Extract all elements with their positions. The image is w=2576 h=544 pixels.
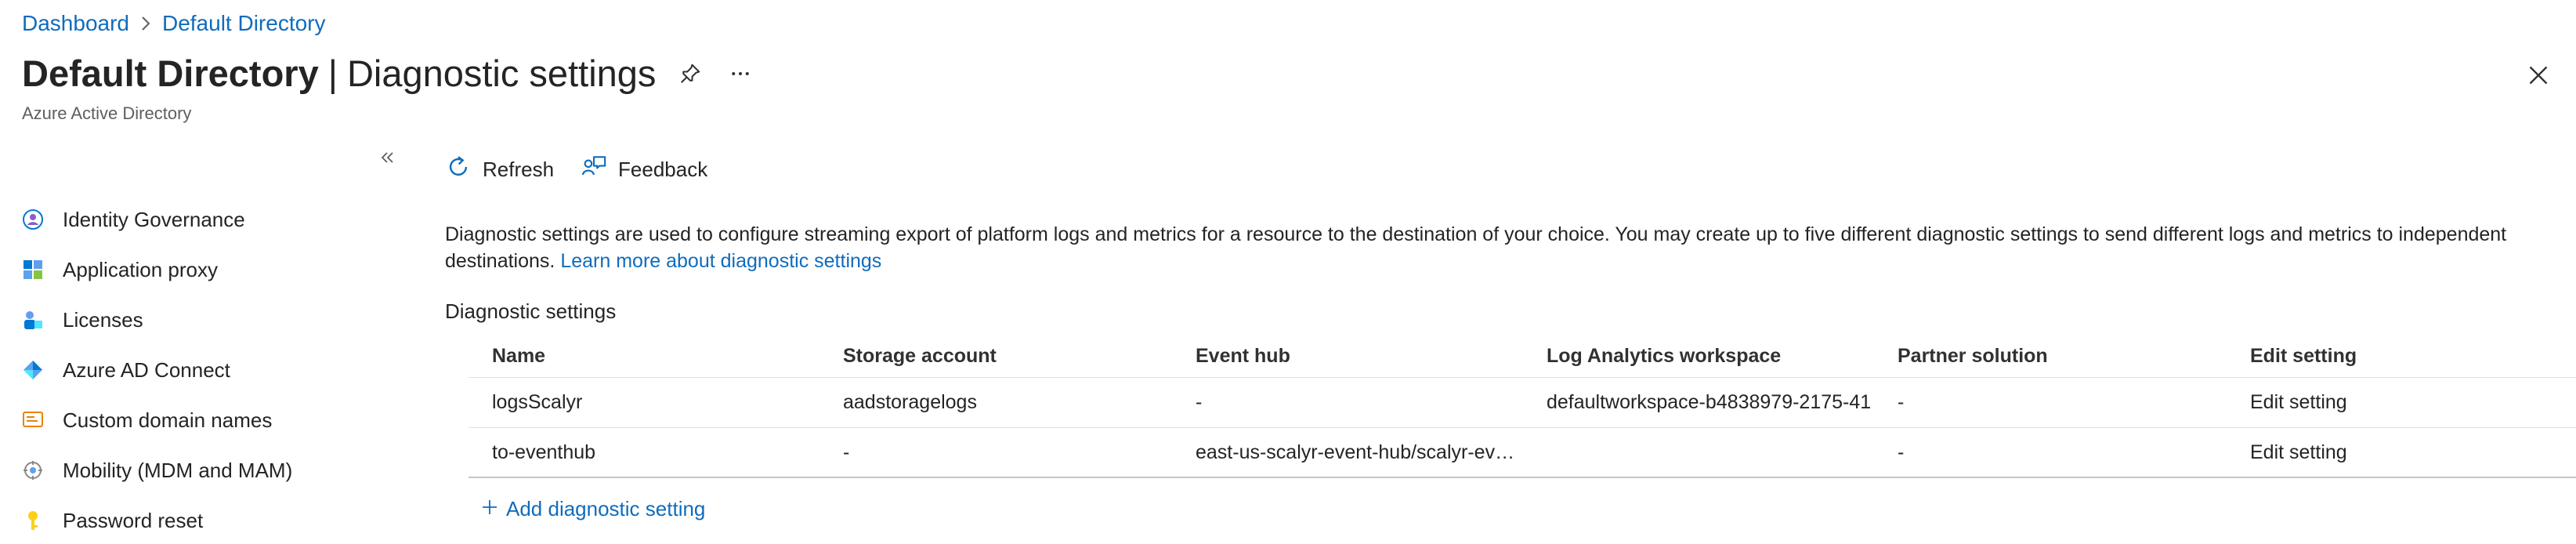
cell-storage-account: aadstoragelogs [843, 391, 977, 413]
sidebar-item-label: Application proxy [63, 257, 218, 281]
chevron-right-icon [140, 16, 151, 31]
sidebar-item-custom-domain-names[interactable]: Custom domain names [22, 398, 272, 442]
licenses-icon [22, 309, 44, 331]
column-header-event-hub: Event hub [1196, 345, 1290, 367]
sidebar-item-azure-ad-connect[interactable]: Azure AD Connect [22, 348, 230, 392]
table-row: to-eventhub - east-us-scalyr-event-hub/s… [469, 428, 2576, 478]
plus-icon [481, 497, 498, 521]
cell-event-hub: - [1196, 391, 1203, 413]
sidebar-item-label: Azure AD Connect [63, 357, 230, 382]
sidebar-item-mobility[interactable]: Mobility (MDM and MAM) [22, 448, 292, 492]
sidebar-item-label: Licenses [63, 307, 143, 332]
mobility-icon [22, 459, 44, 481]
breadcrumb: Dashboard Default Directory [22, 11, 326, 36]
feedback-icon [581, 154, 607, 186]
page-title-rest: Diagnostic settings [346, 53, 657, 94]
cell-name: to-eventhub [492, 441, 596, 463]
column-header-log-analytics: Log Analytics workspace [1547, 345, 1782, 367]
learn-more-link[interactable]: Learn more about diagnostic settings [560, 250, 881, 272]
section-title: Diagnostic settings [445, 299, 617, 323]
custom-domain-icon [22, 409, 44, 431]
cell-log-analytics-link[interactable]: defaultworkspace-b4838979-2175-41 [1523, 391, 1874, 414]
page-title: Default Directory | Diagnostic settings [22, 52, 756, 95]
edit-setting-link[interactable]: Edit setting [2227, 441, 2576, 464]
page-subtitle: Azure Active Directory [22, 103, 192, 123]
column-header-partner-solution: Partner solution [1898, 345, 2048, 367]
feedback-label: Feedback [618, 157, 708, 181]
table-row: logsScalyr aadstoragelogs - defaultworks… [469, 378, 2576, 428]
page-title-divider: | [327, 53, 338, 94]
description-text: Diagnostic settings are used to configur… [445, 221, 2560, 274]
pin-icon[interactable] [675, 58, 706, 89]
edit-setting-link[interactable]: Edit setting [2227, 391, 2576, 414]
close-icon[interactable] [2524, 61, 2552, 89]
sidebar-item-label: Custom domain names [63, 408, 273, 432]
cell-event-hub: east-us-scalyr-event-hub/scalyr-ev… [1196, 441, 1515, 463]
sidebar-item-label: Identity Governance [63, 207, 245, 231]
feedback-button[interactable]: Feedback [581, 154, 707, 186]
cell-partner-solution: - [1898, 441, 1905, 463]
breadcrumb-default-directory[interactable]: Default Directory [162, 11, 326, 36]
identity-governance-icon [22, 209, 44, 230]
sidebar-item-app-registrations-partial[interactable] [22, 154, 44, 165]
sidebar-item-label: Password reset [63, 508, 204, 532]
sidebar-item-password-reset[interactable]: Password reset [22, 499, 203, 542]
column-header-name: Name [492, 345, 546, 367]
add-diagnostic-setting-button[interactable]: Add diagnostic setting [481, 497, 705, 521]
sidebar-item-licenses[interactable]: Licenses [22, 298, 143, 342]
column-header-storage-account: Storage account [843, 345, 997, 367]
cell-storage-account: - [843, 441, 850, 463]
azure-ad-connect-icon [22, 359, 44, 381]
table-header-row: Name Storage account Event hub Log Analy… [469, 335, 2576, 378]
application-proxy-icon [22, 259, 44, 281]
cell-name: logsScalyr [492, 391, 583, 413]
page-title-strong: Default Directory [22, 53, 319, 94]
key-icon [22, 510, 44, 531]
cell-partner-solution: - [1898, 391, 1905, 413]
refresh-button[interactable]: Refresh [445, 154, 554, 186]
sidebar-item-application-proxy[interactable]: Application proxy [22, 248, 218, 292]
add-diagnostic-setting-label: Add diagnostic setting [506, 497, 706, 520]
column-header-edit-setting: Edit setting [2250, 345, 2357, 367]
diagnostic-settings-table: Name Storage account Event hub Log Analy… [469, 335, 2576, 478]
toolbar: Refresh Feedback [445, 146, 707, 193]
refresh-icon [445, 154, 472, 186]
more-options-icon[interactable] [725, 58, 756, 89]
sidebar-item-identity-governance[interactable]: Identity Governance [22, 198, 245, 241]
breadcrumb-dashboard[interactable]: Dashboard [22, 11, 129, 36]
refresh-label: Refresh [483, 157, 555, 181]
sidebar: Identity Governance Application proxy Li… [0, 154, 407, 544]
sidebar-item-label: Mobility (MDM and MAM) [63, 458, 293, 482]
